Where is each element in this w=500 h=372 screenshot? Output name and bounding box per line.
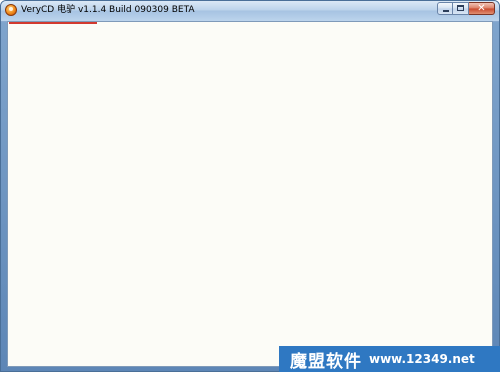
verycd-emule-icon[interactable] <box>5 4 17 16</box>
minimize-button[interactable] <box>437 2 453 15</box>
app-window: VeryCD 电驴 v1.1.4 Build 090309 BETA ✕ <box>0 0 500 372</box>
close-icon: ✕ <box>477 3 486 14</box>
watermark-url: www.12349.net <box>369 352 475 366</box>
maximize-button[interactable] <box>453 2 469 15</box>
close-button[interactable]: ✕ <box>469 2 495 15</box>
watermark-brand: 魔盟软件 <box>290 351 362 372</box>
watermark-banner: 魔盟软件 www.12349.net <box>279 346 500 372</box>
maximize-icon <box>457 5 464 11</box>
main-content-area <box>7 21 493 367</box>
window-title: VeryCD 电驴 v1.1.4 Build 090309 BETA <box>21 5 195 15</box>
minimize-icon <box>443 10 449 12</box>
title-bar[interactable]: VeryCD 电驴 v1.1.4 Build 090309 BETA ✕ <box>1 1 499 22</box>
window-controls: ✕ <box>437 2 495 16</box>
loading-progress-bar <box>9 22 97 24</box>
